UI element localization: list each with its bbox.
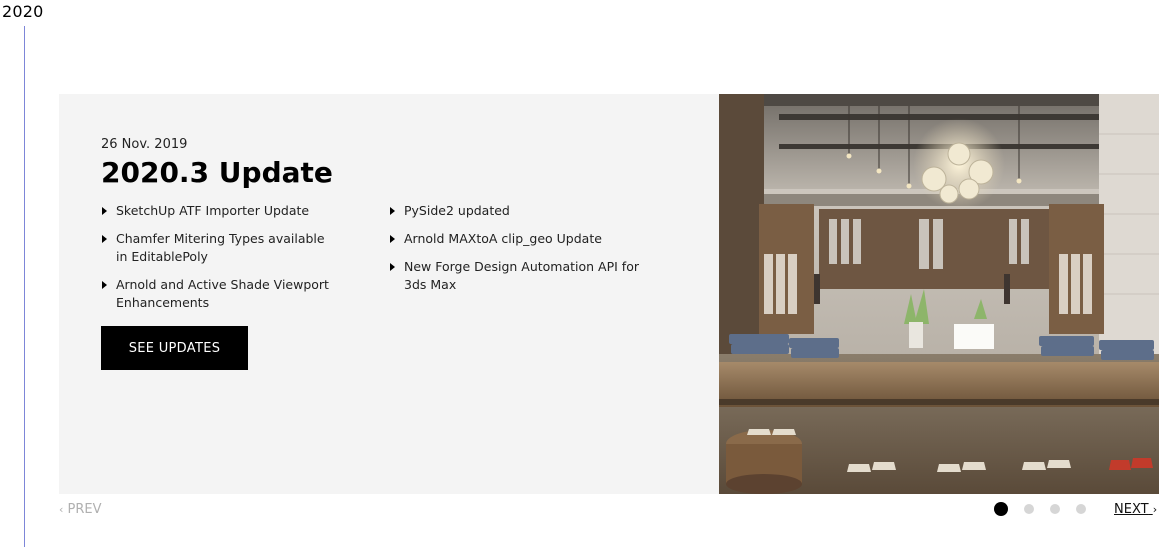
chevron-right-icon: › [1152, 503, 1158, 516]
slide-date: 26 Nov. 2019 [101, 137, 188, 152]
triangle-bullet-icon [102, 207, 107, 215]
list-item: Arnold and Active Shade Viewport Enhance… [101, 276, 329, 312]
list-item: New Forge Design Automation API for 3ds … [389, 258, 657, 294]
update-list-left: SketchUp ATF Importer Update Chamfer Mit… [101, 202, 329, 322]
slide-text-panel: 26 Nov. 2019 2020.3 Update SketchUp ATF … [101, 137, 691, 322]
list-item-text: SketchUp ATF Importer Update [116, 203, 310, 218]
prev-button[interactable]: ‹ PREV [59, 502, 102, 517]
pagination-dot-2[interactable] [1024, 504, 1034, 514]
update-slide-card: 26 Nov. 2019 2020.3 Update SketchUp ATF … [59, 94, 1159, 494]
next-button[interactable]: NEXT › [1114, 502, 1157, 517]
list-item-text: Arnold MAXtoA clip_geo Update [404, 231, 602, 246]
pagination-dot-4[interactable] [1076, 504, 1086, 514]
retail-store-render-image [719, 94, 1159, 494]
triangle-bullet-icon [390, 207, 395, 215]
list-item-text: New Forge Design Automation API for 3ds … [404, 259, 639, 292]
pagination-dot-3[interactable] [1050, 504, 1060, 514]
triangle-bullet-icon [390, 235, 395, 243]
timeline-year-label: 2020 [2, 2, 44, 21]
slide-title: 2020.3 Update [101, 156, 333, 189]
triangle-bullet-icon [102, 281, 107, 289]
list-item-text: Chamfer Mitering Types available in Edit… [116, 231, 325, 264]
update-lists: SketchUp ATF Importer Update Chamfer Mit… [101, 202, 691, 322]
list-item: Chamfer Mitering Types available in Edit… [101, 230, 329, 266]
timeline-line [24, 26, 25, 547]
list-item-text: PySide2 updated [404, 203, 510, 218]
next-label: NEXT [1114, 502, 1149, 517]
chevron-left-icon: ‹ [59, 503, 64, 516]
update-list-right: PySide2 updated Arnold MAXtoA clip_geo U… [389, 202, 657, 322]
prev-label: PREV [67, 502, 102, 517]
list-item-text: Arnold and Active Shade Viewport Enhance… [116, 277, 329, 310]
list-item: PySide2 updated [389, 202, 657, 220]
list-item: Arnold MAXtoA clip_geo Update [389, 230, 657, 248]
triangle-bullet-icon [102, 235, 107, 243]
see-updates-button[interactable]: SEE UPDATES [101, 326, 248, 370]
list-item: SketchUp ATF Importer Update [101, 202, 329, 220]
triangle-bullet-icon [390, 263, 395, 271]
pagination-dot-1[interactable] [994, 502, 1008, 516]
